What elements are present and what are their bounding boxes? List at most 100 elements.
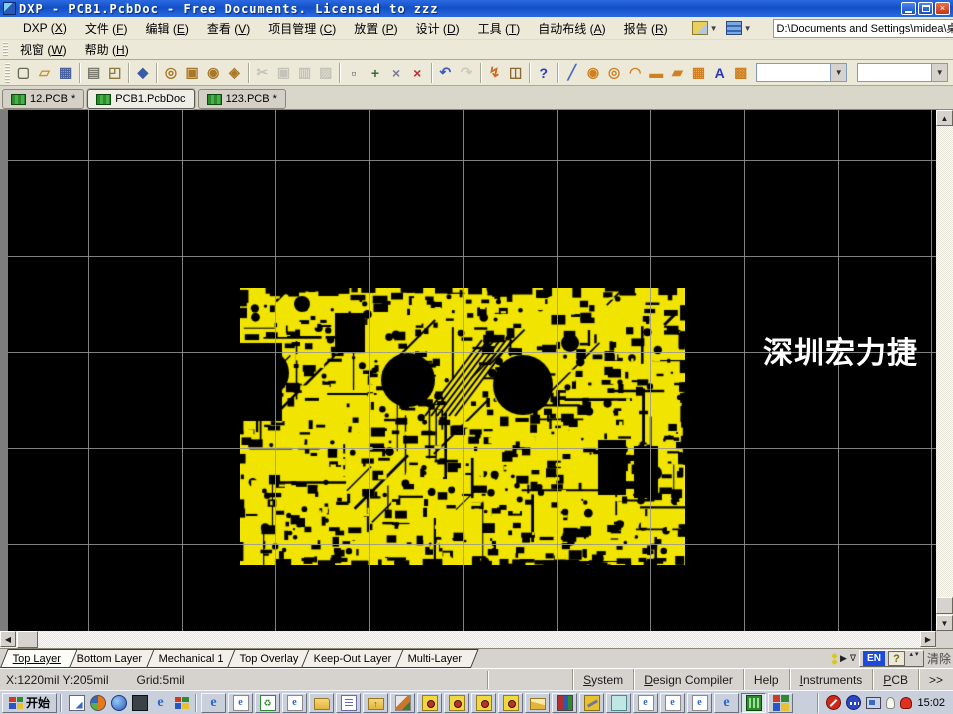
zoom-document-button[interactable]: ◎ [160, 62, 181, 84]
task-button-2[interactable]: ♻ [255, 693, 280, 713]
task-button-17[interactable]: e [660, 693, 685, 713]
scroll-right-button[interactable]: ▶ [920, 631, 936, 647]
language-help-button[interactable]: ? [888, 651, 905, 666]
task-button-18[interactable]: e [687, 693, 712, 713]
place-component-button[interactable]: ▩ [730, 62, 751, 84]
task-button-14[interactable] [579, 693, 604, 713]
menu-item-8[interactable]: 自动布线 (A) [529, 18, 614, 39]
task-button-4[interactable] [309, 693, 334, 713]
place-string-button[interactable]: A [709, 62, 730, 84]
select-area-button[interactable]: ▫ [343, 62, 364, 84]
task-button-6[interactable]: ↑ [363, 693, 388, 713]
toolbar-combo-1[interactable]: ▼ [857, 63, 948, 82]
task-button-8[interactable] [417, 693, 442, 713]
measure-tool-button[interactable]: ▼ [689, 19, 721, 37]
zoom-area-button[interactable]: ▣ [182, 62, 203, 84]
quick-launch-show-desktop[interactable] [66, 693, 87, 713]
task-button-12[interactable] [525, 693, 550, 713]
zoom-points-button[interactable]: ◉ [203, 62, 224, 84]
task-button-20[interactable] [741, 693, 766, 713]
save-document-button[interactable]: ▦ [55, 62, 76, 84]
scroll-up-button[interactable]: ▲ [936, 110, 953, 126]
layer-tab-keep-out-layer[interactable]: Keep-Out Layer [301, 649, 408, 668]
layer-tab-mechanical-1[interactable]: Mechanical 1 [146, 649, 241, 668]
panel-button-pcb[interactable]: PCB [872, 669, 918, 690]
layer-tab-bottom-layer[interactable]: Bottom Layer [64, 649, 159, 668]
vertical-scroll-thumb[interactable] [936, 597, 953, 614]
menu-item-3[interactable]: 查看 (V) [198, 18, 259, 39]
quick-launch-media-player[interactable] [87, 693, 108, 713]
network-tray-icon[interactable] [866, 697, 881, 709]
task-button-21[interactable] [768, 693, 793, 713]
task-button-9[interactable] [444, 693, 469, 713]
quick-launch-console[interactable] [129, 693, 150, 713]
task-button-5[interactable] [336, 693, 361, 713]
quick-launch-internet-explorer[interactable]: e [150, 693, 171, 713]
place-fill-button[interactable]: ▬ [646, 62, 667, 84]
document-tab-2[interactable]: 123.PCB * [198, 89, 286, 109]
print-preview-button[interactable]: ◰ [104, 62, 125, 84]
language-indicator[interactable]: EN [863, 651, 885, 666]
place-polygon-button[interactable]: ▰ [667, 62, 688, 84]
menu-item-0[interactable]: DXP (X) [14, 19, 76, 37]
place-via-button[interactable]: ◎ [603, 62, 624, 84]
scroll-left-button[interactable]: ◀ [0, 631, 16, 647]
panel-button--[interactable]: >> [918, 669, 953, 690]
scroll-down-button[interactable]: ▼ [936, 615, 953, 631]
new-document-button[interactable]: ▢ [13, 62, 34, 84]
vertical-scrollbar[interactable]: ▲ ▼ [936, 110, 953, 631]
horizontal-scrollbar[interactable]: ◀ ▶ [0, 631, 936, 648]
document-tab-0[interactable]: 12.PCB * [2, 89, 84, 109]
task-button-19[interactable]: e [714, 693, 739, 713]
title-bar[interactable]: DXP - PCB1.PcbDoc - Free Documents. Lice… [0, 0, 953, 17]
menu-item-9[interactable]: 报告 (R) [615, 18, 677, 39]
address-input[interactable] [774, 22, 953, 34]
maximize-button[interactable] [918, 2, 933, 15]
minimize-button[interactable] [901, 2, 916, 15]
horizontal-scroll-thumb[interactable] [17, 631, 38, 648]
toolbar-grip[interactable] [5, 63, 10, 83]
place-array-button[interactable]: ▦ [688, 62, 709, 84]
snap-dots-icon[interactable] [832, 653, 837, 665]
help-button[interactable]: ? [533, 62, 554, 84]
audio-tray-icon[interactable] [846, 695, 861, 710]
alert-tray-icon[interactable] [900, 697, 912, 709]
chevron-down-icon[interactable]: ▼ [830, 64, 846, 81]
task-button-16[interactable]: e [633, 693, 658, 713]
open-document-button[interactable]: ▱ [34, 62, 55, 84]
panel-button-system[interactable]: System [572, 669, 633, 690]
toolbar-combo-0[interactable]: ▼ [756, 63, 847, 82]
task-button-7[interactable] [390, 693, 415, 713]
panel-button-instruments[interactable]: Instruments [789, 669, 873, 690]
menu-item-7[interactable]: 工具 (T) [469, 18, 530, 39]
task-button-13[interactable] [552, 693, 577, 713]
quick-launch-messenger[interactable] [108, 693, 129, 713]
menu-item-0[interactable]: 视窗 (W) [11, 39, 76, 60]
menu-item-1[interactable]: 文件 (F) [76, 18, 137, 39]
undo-button[interactable]: ↶ [435, 62, 456, 84]
task-button-0[interactable]: e [201, 693, 226, 713]
place-arc-button[interactable]: ◠ [625, 62, 646, 84]
toolbar-grip[interactable] [3, 42, 8, 57]
mute-tray-icon[interactable] [826, 695, 841, 710]
place-pad-button[interactable]: ◉ [582, 62, 603, 84]
menu-item-1[interactable]: 帮助 (H) [76, 39, 138, 60]
panel-button-design-compiler[interactable]: Design Compiler [633, 669, 743, 690]
language-options-button[interactable]: ▴ ▾ [908, 651, 920, 666]
panel-button-help[interactable]: Help [743, 669, 789, 690]
find-similar-button[interactable]: ◫ [505, 62, 526, 84]
document-tab-1[interactable]: PCB1.PcbDoc [87, 89, 194, 109]
zoom-filtered-button[interactable]: ◈ [224, 62, 245, 84]
layer-tab-multi-layer[interactable]: Multi-Layer [395, 649, 479, 668]
quick-launch-windows-flag[interactable] [171, 693, 192, 713]
task-button-10[interactable] [471, 693, 496, 713]
layer-tab-top-layer[interactable]: Top Layer [0, 649, 78, 668]
layer-scroll-icon[interactable]: ▶ [840, 653, 847, 664]
print-button[interactable]: ▤ [83, 62, 104, 84]
pcb-editor-canvas[interactable]: 深圳宏力捷 [0, 110, 936, 631]
place-line-button[interactable]: ╱ [561, 62, 582, 84]
close-button[interactable]: × [935, 2, 950, 15]
layer-tool-button[interactable]: ▼ [723, 19, 755, 37]
address-combo[interactable]: ▼ [773, 19, 953, 38]
mask-funnel-icon[interactable]: ∇ [850, 653, 856, 664]
